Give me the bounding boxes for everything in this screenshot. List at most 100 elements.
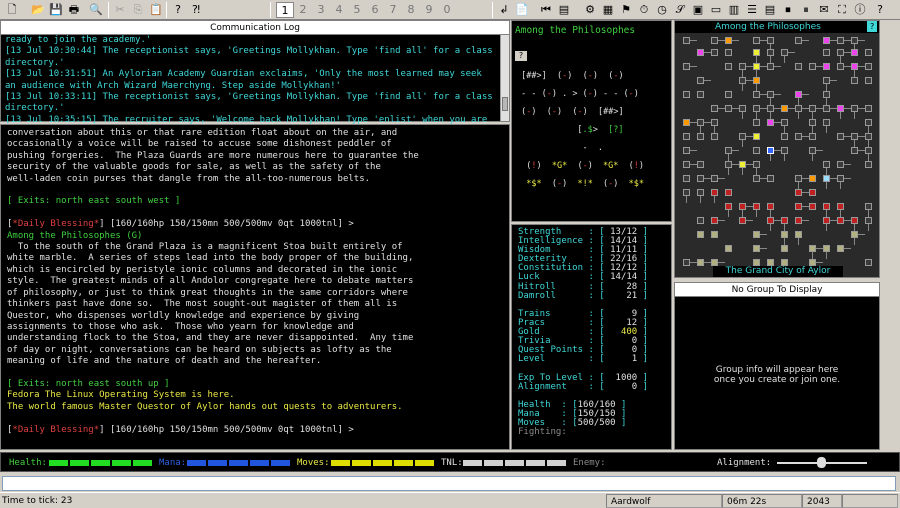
paste-icon[interactable]: 📋: [148, 2, 164, 18]
world-tab-4[interactable]: 4: [330, 2, 348, 18]
stop-icon[interactable]: ⏹: [780, 2, 796, 18]
command-bar: [0, 474, 900, 492]
area-map-footer: The Grand City of Aylor: [713, 266, 843, 277]
comm-log-segment: ready to join the academy.': [5, 35, 152, 45]
main-output-segment: meaning of life and the nature of death …: [7, 356, 322, 367]
room-map-segment: [516, 179, 526, 189]
group-message-line1: Group info will appear here: [715, 365, 839, 375]
room-map-segment: ) . > (: [551, 89, 588, 99]
context-help-icon[interactable]: ⁈: [188, 2, 204, 18]
main-output-line: The world famous Master Questor of Aylor…: [7, 402, 509, 413]
info-icon[interactable]: ⓘ: [852, 2, 868, 18]
world-tab-9[interactable]: 9: [420, 2, 438, 18]
command-input[interactable]: [2, 476, 896, 491]
area-map-title: Among the Philosophes: [675, 21, 879, 33]
recall-icon[interactable]: ⏮: [538, 2, 554, 18]
print-icon[interactable]: 🖶: [66, 2, 82, 18]
status-bar: Time to tick: 23 Aardwolf 06m 22s 2043: [0, 492, 900, 508]
script-icon[interactable]: 𝒮: [672, 2, 688, 18]
main-output-line: pushing forgeries. The Plaza Guards are …: [7, 151, 509, 162]
main-output-line: [7, 208, 509, 219]
send-icon[interactable]: ↲: [496, 2, 512, 18]
main-output-line: meaning of life and the nature of death …: [7, 356, 509, 367]
world-tab-6[interactable]: 6: [366, 2, 384, 18]
pause-icon[interactable]: ⏸: [798, 2, 814, 18]
tnl-label: TNL:: [441, 458, 463, 468]
save-icon[interactable]: 💾: [48, 2, 64, 18]
room-map-segment: ) (: [592, 71, 614, 81]
notes-icon[interactable]: 📄: [514, 2, 530, 18]
main-output-line: Among the Philosophes (G): [7, 231, 509, 242]
main-output-line: understanding flock to the Stoa, and the…: [7, 333, 509, 344]
print-preview-icon[interactable]: 🔍: [88, 2, 104, 18]
map-icon[interactable]: ⛶: [834, 2, 850, 18]
comm-log-segment: directory.': [5, 57, 65, 68]
room-map-line: [.$> [?]: [516, 126, 644, 135]
communication-log-scrollbar[interactable]: [500, 35, 509, 121]
comm-log-line: [13 Jul 10:30:44] The receptionist says,…: [5, 46, 509, 57]
window-icon[interactable]: ▭: [708, 2, 724, 18]
cut-icon[interactable]: ✂: [112, 2, 128, 18]
list-icon[interactable]: ☰: [744, 2, 760, 18]
room-map-title: Among the Philosophes: [515, 25, 636, 36]
comm-log-segment: an audience with Arch Wizard Maerchyng. …: [5, 80, 341, 91]
main-output-line: [ Exits: north east south west ]: [7, 196, 509, 207]
tnl-bar: [463, 460, 567, 466]
comm-log-line: [13 Jul 10:33:11] The receptionist says,…: [5, 92, 509, 103]
main-output-segment: well-laden coin purses that dangle from …: [7, 173, 371, 184]
room-map-line: [##>] (-) (-) (-): [516, 72, 644, 81]
about-icon[interactable]: ?: [872, 2, 888, 18]
group-window: No Group To Display Group info will appe…: [674, 282, 880, 450]
main-output-line: [7, 413, 509, 424]
new-icon[interactable]: 🗋: [4, 2, 20, 18]
stats-panel: Strength : [ 13/12 ] Intelligence : [ 14/…: [518, 227, 648, 437]
world-tab-1[interactable]: 1: [276, 2, 294, 18]
mana-label: Mana:: [159, 458, 187, 468]
clock-icon[interactable]: ◷: [654, 2, 670, 18]
area-map-close-button[interactable]: ?: [867, 21, 877, 32]
chat-icon[interactable]: ✉: [816, 2, 832, 18]
timer-icon[interactable]: ⏱: [636, 2, 652, 18]
stat-row: Fighting:: [518, 428, 648, 437]
room-map-segment: (: [592, 179, 609, 189]
room-map-segment: ): [633, 89, 639, 99]
copy-icon[interactable]: ⎘: [130, 2, 146, 18]
room-map-segment: ): [536, 161, 552, 171]
room-map-segment: ]: [618, 107, 624, 117]
stat-value: 1: [604, 354, 638, 365]
world-tab-8[interactable]: 8: [402, 2, 420, 18]
main-output-line: occasionally a voice will be raised to a…: [7, 139, 509, 150]
world-tab-0[interactable]: 0: [438, 2, 456, 18]
stat-value: 500/500: [577, 417, 616, 428]
main-output-segment: [ Exits: north east south up ]: [7, 378, 170, 389]
reconnect-icon[interactable]: ⚙: [582, 2, 598, 18]
world-tab-2[interactable]: 2: [294, 2, 312, 18]
world-tab-5[interactable]: 5: [348, 2, 366, 18]
world-tab-7[interactable]: 7: [384, 2, 402, 18]
main-output-segment: *Daily Blessing*: [12, 424, 100, 435]
comm-log-line: directory.': [5, 103, 509, 114]
room-map-segment: - .: [516, 143, 603, 153]
stat-label: Level :: [518, 354, 600, 365]
room-map-help-button[interactable]: ?: [515, 51, 527, 61]
grid-icon[interactable]: ▦: [600, 2, 616, 18]
mana-bar: [187, 460, 291, 466]
aliases-icon[interactable]: ▣: [690, 2, 706, 18]
main-output-line: [ Exits: north east south up ]: [7, 379, 509, 390]
layout-icon[interactable]: ▥: [726, 2, 742, 18]
output-icon[interactable]: ▤: [762, 2, 778, 18]
open-folder-icon[interactable]: 📂: [30, 2, 46, 18]
main-output-segment: [7, 368, 12, 378]
room-map-segment: ): [613, 179, 629, 189]
stat-label: Fighting:: [518, 427, 573, 438]
group-message-line2: once you create or join one.: [713, 375, 841, 385]
log-icon[interactable]: ▤: [556, 2, 572, 18]
trigger-icon[interactable]: ⚑: [618, 2, 634, 18]
alignment-slider-thumb[interactable]: [817, 457, 826, 468]
help-icon[interactable]: ?: [170, 2, 186, 18]
room-map-line: - - (-) . > (-) - - (-): [516, 90, 644, 99]
room-map-line: - .: [516, 144, 644, 153]
main-output-segment: white marble. A series of steps lead int…: [7, 253, 414, 264]
stat-label: Damroll :: [518, 290, 600, 301]
world-tab-3[interactable]: 3: [312, 2, 330, 18]
